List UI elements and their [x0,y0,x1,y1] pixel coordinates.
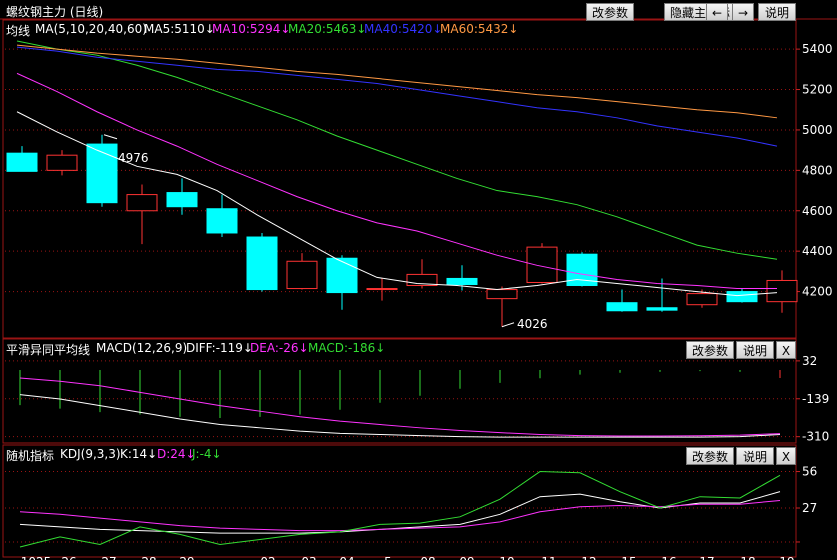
x-tick-label: 18 [740,555,755,560]
x-tick-label: 29 [179,555,194,560]
x-tick-label: 16 [661,555,676,560]
candle-body [526,246,558,283]
prev-button[interactable]: ← [706,3,728,21]
legend-ma60: MA60:5432↓ [440,22,519,36]
kdj-y-tick-label: 56 [802,465,817,479]
macd-y-tick-label: 32 [802,354,817,368]
macd-change-params-button[interactable]: 改参数 [686,341,734,359]
chart-title: 螺纹钢主力 (日线) [6,5,104,19]
x-tick-label: 1025 [21,555,52,560]
y-tick-label: 5000 [802,123,833,137]
y-tick-label: 5400 [802,42,833,56]
x-tick-label: 02 [260,555,275,560]
macd-close-button[interactable]: X [776,341,796,359]
legend-ma40: MA40:5420↓ [364,22,443,36]
candle-body [286,260,318,290]
main-indicator-params: MA(5,10,20,40,60) [35,22,147,36]
candle-body [606,302,638,312]
candle-body [446,277,478,286]
x-tick-label: 5 [384,555,392,560]
next-button[interactable]: → [732,3,754,21]
legend-diff: DIFF:-119↓ [186,341,253,355]
kdj-close-button[interactable]: X [776,447,796,465]
kdj-line-d [19,499,781,532]
x-tick-label: 08 [420,555,435,560]
candle-body [726,291,758,303]
macd-indicator-name: 平滑异同平均线 [6,343,91,357]
candle-body [166,192,198,208]
ma-line-ma60 [16,44,778,119]
kdj-change-params-button[interactable]: 改参数 [686,447,734,465]
x-tick-label: 12 [581,555,596,560]
y-tick-label: 4200 [802,285,833,299]
macd-line-diff [19,394,781,438]
candle-body [6,152,38,172]
macd-help-button[interactable]: 说明 [736,341,774,359]
x-tick-label: 27 [101,555,116,560]
macd-y-tick-label: -310 [802,430,829,444]
help-button[interactable]: 说明 [758,3,796,21]
macd-indicator-params: MACD(12,26,9) [96,341,188,355]
legend-d: D:24↓ [157,447,196,461]
y-tick-label: 4400 [802,244,833,258]
x-tick-label: 04 [339,555,354,560]
chart-canvas: 5400 5200 5000 4800 4600 4400 4200 32 -139 -310 56… [0,18,837,560]
legend-dea: DEA:-26↓ [250,341,309,355]
low-price-leader [501,322,515,328]
kdj-line-k [19,491,781,534]
kdj-panel-frame [2,444,797,558]
kdj-indicator-params: KDJ(9,3,3) [60,447,121,461]
candle-body [126,194,158,212]
candle-body [46,154,78,171]
x-tick-label: 17 [699,555,714,560]
main-indicator-name: 均线 [6,24,31,38]
candle-body [366,288,398,291]
legend-ma10: MA10:5294↓ [212,22,291,36]
high-price-label: 4976 [118,151,149,165]
y-tick-label: 4800 [802,163,833,177]
x-tick-label: 10 [499,555,514,560]
candle-body [326,257,358,294]
legend-k: K:14↓ [120,447,158,461]
high-price-leader [103,134,118,140]
kdj-y-tick-label: 27 [802,501,817,515]
y-tick-label: 4600 [802,204,833,218]
candle-body [766,279,798,303]
kdj-help-button[interactable]: 说明 [736,447,774,465]
x-tick-label: 28 [141,555,156,560]
legend-ma20: MA20:5463↓ [288,22,367,36]
kdj-indicator-name: 随机指标 [6,449,55,463]
x-tick-label: 15 [621,555,636,560]
right-arrow-icon: → [737,6,749,20]
candle-body [86,143,118,204]
legend-ma5: MA5:5110↓ [144,22,215,36]
candle-body [246,236,278,291]
x-tick-label: 11 [541,555,556,560]
legend-j: J:-4↓ [192,447,222,461]
ma-line-ma10 [16,72,777,290]
macd-line-dea [19,377,781,437]
candle-body [686,293,718,306]
x-tick-label: 26 [61,555,76,560]
y-tick-label: 5200 [802,83,833,97]
candle-body [206,208,238,234]
macd-y-tick-label: -139 [802,392,829,406]
main-panel-frame [2,19,797,339]
legend-macd: MACD:-186↓ [308,341,386,355]
low-price-label: 4026 [517,317,548,331]
kdj-line-j [19,471,781,548]
candle-body [486,289,518,300]
ma-line-ma40 [16,46,778,147]
left-arrow-icon: ← [711,6,723,20]
change-params-button[interactable]: 改参数 [586,3,634,21]
candle-body [646,307,678,311]
x-tick-label: 03 [301,555,316,560]
x-tick-label: 09 [459,555,474,560]
x-tick-label: 19 [779,555,794,560]
